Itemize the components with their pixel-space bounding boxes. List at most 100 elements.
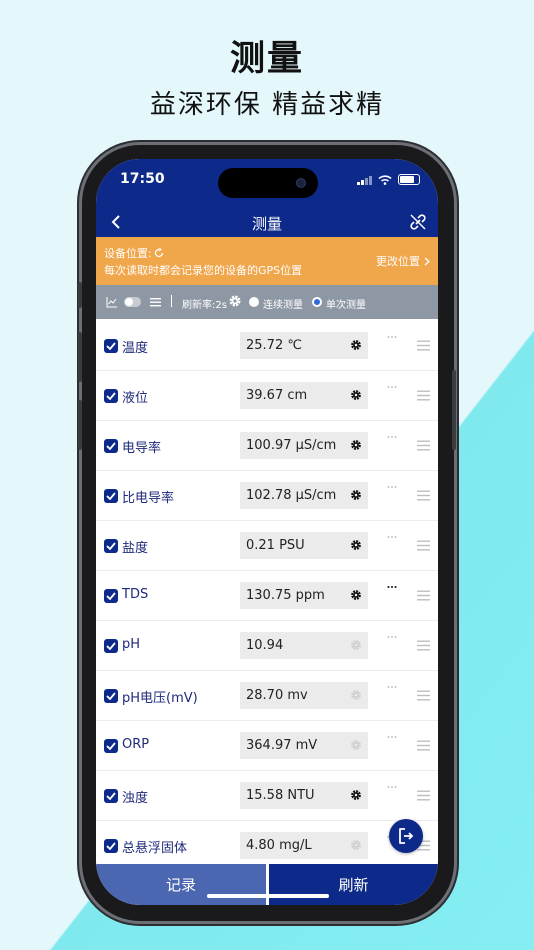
gear-icon[interactable] — [350, 539, 362, 551]
more-icon[interactable] — [387, 585, 397, 589]
status-time: 17:50 — [120, 171, 165, 187]
drag-handle-icon[interactable] — [417, 340, 430, 351]
dynamic-island — [218, 168, 318, 198]
drag-handle-icon[interactable] — [417, 490, 430, 501]
gear-icon[interactable] — [350, 739, 362, 751]
location-label: 设备位置: — [104, 247, 152, 260]
parameter-name: 比电导率 — [122, 491, 175, 506]
drag-handle-icon[interactable] — [417, 790, 430, 801]
refresh-rate[interactable]: 刷新率:2s — [182, 296, 227, 311]
value-box: 102.78 μS/cm — [240, 482, 368, 509]
drag-handle-icon[interactable] — [417, 590, 430, 601]
row-checkbox[interactable] — [104, 539, 118, 553]
drag-handle-icon[interactable] — [417, 640, 430, 651]
gear-icon[interactable] — [350, 339, 362, 351]
parameter-value: 39.67 cm — [246, 388, 308, 403]
value-box: 4.80 mg/L — [240, 832, 368, 859]
parameter-row: pH电压(mV) 28.70 mv — [96, 671, 438, 721]
check-icon — [106, 542, 116, 550]
more-icon[interactable] — [387, 735, 397, 739]
row-checkbox[interactable] — [104, 689, 118, 703]
page-title: 测量 — [251, 215, 282, 233]
location-description: 每次读取时都会记录您的设备的GPS位置 — [104, 264, 303, 277]
single-label[interactable]: 单次测量 — [326, 296, 366, 311]
more-icon[interactable] — [387, 335, 397, 339]
more-icon[interactable] — [387, 685, 397, 689]
more-icon[interactable] — [387, 785, 397, 789]
change-location-button[interactable]: 更改位置 — [376, 253, 430, 269]
parameter-value: 102.78 μS/cm — [246, 488, 337, 503]
row-checkbox[interactable] — [104, 739, 118, 753]
parameter-row: 液位 39.67 cm — [96, 371, 438, 421]
refresh-button[interactable]: 刷新 — [269, 864, 438, 905]
parameter-name: ORP — [122, 737, 150, 752]
continuous-label[interactable]: 连续测量 — [263, 296, 303, 311]
value-box: 39.67 cm — [240, 382, 368, 409]
check-icon — [106, 442, 116, 450]
parameter-name: 浊度 — [122, 791, 149, 806]
camera-icon — [296, 178, 306, 188]
more-icon[interactable] — [387, 535, 397, 539]
row-checkbox[interactable] — [104, 589, 118, 603]
continuous-radio[interactable] — [249, 297, 259, 307]
drag-handle-icon[interactable] — [417, 740, 430, 751]
parameter-name: pH电压(mV) — [122, 691, 198, 706]
parameter-name: 液位 — [122, 391, 149, 406]
parameter-name: 总悬浮固体 — [122, 841, 188, 856]
drag-handle-icon[interactable] — [417, 390, 430, 401]
chart-icon[interactable] — [106, 296, 118, 308]
gear-icon[interactable] — [350, 839, 362, 851]
check-icon — [106, 592, 116, 600]
more-icon[interactable] — [387, 485, 397, 489]
unlink-icon[interactable] — [408, 212, 428, 232]
parameter-row: TDS 130.75 ppm — [96, 571, 438, 621]
gear-icon[interactable] — [350, 689, 362, 701]
change-location-label: 更改位置 — [376, 255, 420, 268]
drag-handle-icon[interactable] — [417, 540, 430, 551]
parameter-list: 温度 25.72 ℃ 液位 39.67 cm 电导率 100.97 μS/cm … — [96, 321, 438, 871]
list-icon[interactable] — [150, 296, 161, 308]
home-indicator — [207, 894, 329, 898]
row-checkbox[interactable] — [104, 489, 118, 503]
nav-bar: 测量 — [96, 207, 438, 237]
chevron-right-icon — [424, 257, 430, 265]
value-box: 100.97 μS/cm — [240, 432, 368, 459]
value-box: 130.75 ppm — [240, 582, 368, 609]
gear-icon[interactable] — [350, 639, 362, 651]
loading-icon — [154, 248, 163, 258]
row-checkbox[interactable] — [104, 339, 118, 353]
single-radio[interactable] — [312, 297, 322, 307]
location-banner: 设备位置: 每次读取时都会记录您的设备的GPS位置 更改位置 — [96, 237, 438, 285]
row-checkbox[interactable] — [104, 389, 118, 403]
drag-handle-icon[interactable] — [417, 440, 430, 451]
row-checkbox[interactable] — [104, 789, 118, 803]
gear-icon[interactable] — [350, 389, 362, 401]
row-checkbox[interactable] — [104, 839, 118, 853]
gear-icon[interactable] — [350, 789, 362, 801]
parameter-value: 10.94 — [246, 638, 284, 653]
row-checkbox[interactable] — [104, 639, 118, 653]
wifi-icon — [378, 174, 392, 185]
chart-toggle[interactable] — [124, 297, 141, 307]
check-icon — [106, 692, 116, 700]
phone-volume-down-button — [78, 400, 82, 450]
more-icon[interactable] — [387, 385, 397, 389]
parameter-name: TDS — [122, 587, 149, 602]
row-checkbox[interactable] — [104, 439, 118, 453]
record-button[interactable]: 记录 — [96, 864, 266, 905]
more-icon[interactable] — [387, 635, 397, 639]
gear-icon[interactable] — [350, 439, 362, 451]
check-icon — [106, 492, 116, 500]
gear-icon[interactable] — [228, 294, 242, 308]
gear-icon[interactable] — [350, 589, 362, 601]
parameter-value: 4.80 mg/L — [246, 838, 312, 853]
gear-icon[interactable] — [350, 489, 362, 501]
parameter-row: pH 10.94 — [96, 621, 438, 671]
value-box: 25.72 ℃ — [240, 332, 368, 359]
battery-icon — [398, 174, 420, 185]
drag-handle-icon[interactable] — [417, 690, 430, 701]
exit-button[interactable] — [389, 819, 423, 853]
check-icon — [106, 342, 116, 350]
more-icon[interactable] — [387, 435, 397, 439]
parameter-value: 130.75 ppm — [246, 588, 325, 603]
